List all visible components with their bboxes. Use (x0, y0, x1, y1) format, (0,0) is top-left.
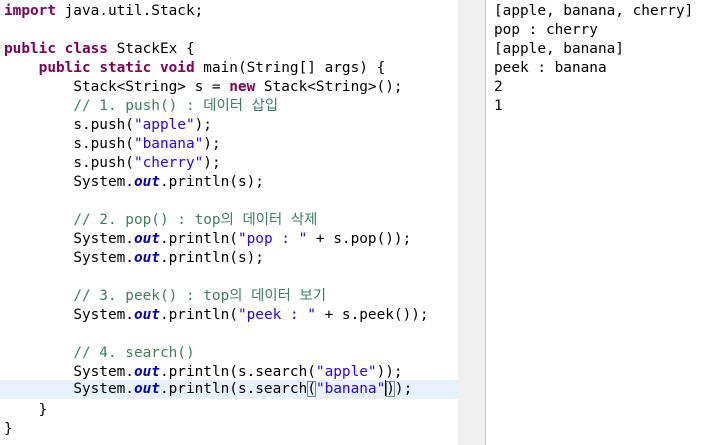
code-line-comment-peek[interactable]: // 3. peek() : top의 데이터 보기 (4, 287, 326, 306)
keyword-public: public (38, 60, 91, 76)
code-line-println-s-2[interactable]: System.out.println(s); (4, 249, 264, 268)
println-call: .println(s); (159, 174, 264, 190)
field-out: out (133, 381, 160, 397)
code-line-comment-push[interactable]: // 1. push() : 데이터 삽입 (4, 97, 278, 116)
editor-overview-ruler[interactable] (458, 0, 485, 445)
search-call: .println(s.search( (159, 364, 316, 380)
comment-peek: // 3. peek() : top의 데이터 보기 (73, 288, 327, 304)
console-line: peek : banana (494, 60, 607, 76)
code-line-push-apple[interactable]: s.push("apple"); (4, 116, 212, 135)
comment-search: // 4. search() (73, 345, 195, 361)
comment-pop: // 2. pop() : top의 데이터 삭제 (73, 212, 318, 228)
string-apple-search: "apple" (315, 364, 377, 380)
code-line-close-method[interactable]: } (4, 401, 48, 420)
code-line-println-peek[interactable]: System.out.println("peek : " + s.peek())… (4, 306, 429, 325)
string-apple: "apple" (133, 117, 195, 133)
brace-close-class: } (4, 421, 13, 437)
comment-push: // 1. push() : 데이터 삽입 (73, 98, 279, 114)
code-line-stack-decl[interactable]: Stack<String> s = new Stack<String>(); (4, 78, 403, 97)
console-output[interactable]: [apple, banana, cherry] pop : cherry [ap… (486, 0, 711, 445)
field-out: out (133, 307, 160, 323)
peek-call: + s.peek()); (315, 307, 429, 323)
code-line-class-decl[interactable]: public class StackEx { (4, 40, 195, 59)
push-call: s.push( (73, 155, 134, 171)
code-line-comment-search[interactable]: // 4. search() (4, 344, 195, 363)
system-ref: System. (73, 250, 134, 266)
keyword-static: static (99, 60, 152, 76)
string-banana-search: "banana" (315, 381, 386, 397)
push-end: ); (194, 117, 212, 133)
search-call: .println(s.search (159, 381, 308, 397)
string-cherry: "cherry" (133, 155, 204, 171)
keyword-import: import (4, 3, 56, 19)
push-end: ); (203, 155, 221, 171)
console-line: 2 (494, 79, 503, 95)
system-ref: System. (73, 231, 134, 247)
println-open: .println( (159, 307, 238, 323)
field-out: out (133, 174, 160, 190)
keyword-public: public (4, 41, 56, 57)
system-ref: System. (73, 381, 134, 397)
decl-left: Stack<String> s = (73, 79, 230, 95)
code-editor[interactable]: import java.util.Stack; public class Sta… (0, 0, 458, 445)
push-call: s.push( (73, 136, 134, 152)
code-line-push-cherry[interactable]: s.push("cherry"); (4, 154, 221, 173)
search-end: ); (394, 381, 413, 397)
import-path: java.util.Stack; (55, 3, 204, 19)
console-line: [apple, banana, cherry] (494, 3, 694, 19)
matched-open-paren: ( (307, 381, 316, 397)
code-line-println-s-1[interactable]: System.out.println(s); (4, 173, 264, 192)
console-line: pop : cherry (494, 22, 598, 38)
keyword-new: new (229, 79, 256, 95)
search-end: )); (376, 364, 403, 380)
field-out: out (133, 231, 160, 247)
console-line: 1 (494, 98, 503, 114)
string-banana: "banana" (133, 136, 204, 152)
console-line: [apple, banana] (494, 41, 624, 57)
ide-window: import java.util.Stack; public class Sta… (0, 0, 711, 445)
keyword-class: class (64, 41, 108, 57)
code-line-search-banana-current[interactable]: System.out.println(s.search("banana")); (0, 380, 458, 399)
matched-close-paren: ) (386, 381, 395, 397)
class-name: StackEx { (107, 41, 195, 57)
println-call: .println(s); (159, 250, 264, 266)
code-line-comment-pop[interactable]: // 2. pop() : top의 데이터 삭제 (4, 211, 317, 230)
code-line-println-pop[interactable]: System.out.println("pop : " + s.pop()); (4, 230, 411, 249)
system-ref: System. (73, 364, 134, 380)
field-out: out (133, 250, 160, 266)
brace-close-method: } (38, 402, 48, 418)
keyword-void: void (159, 60, 195, 76)
push-call: s.push( (73, 117, 134, 133)
code-line-import[interactable]: import java.util.Stack; (4, 2, 203, 21)
println-open: .println( (159, 231, 238, 247)
code-line-main-decl[interactable]: public static void main(String[] args) { (4, 59, 386, 78)
main-signature: main(String[] args) { (194, 60, 386, 76)
system-ref: System. (73, 307, 134, 323)
field-out: out (133, 364, 160, 380)
string-pop-label: "pop : " (237, 231, 308, 247)
pop-call: + s.pop()); (307, 231, 412, 247)
code-line-close-class[interactable]: } (4, 420, 13, 439)
system-ref: System. (73, 174, 134, 190)
string-peek-label: "peek : " (237, 307, 316, 323)
code-line-push-banana[interactable]: s.push("banana"); (4, 135, 221, 154)
push-end: ); (203, 136, 221, 152)
decl-right: Stack<String>(); (255, 79, 403, 95)
